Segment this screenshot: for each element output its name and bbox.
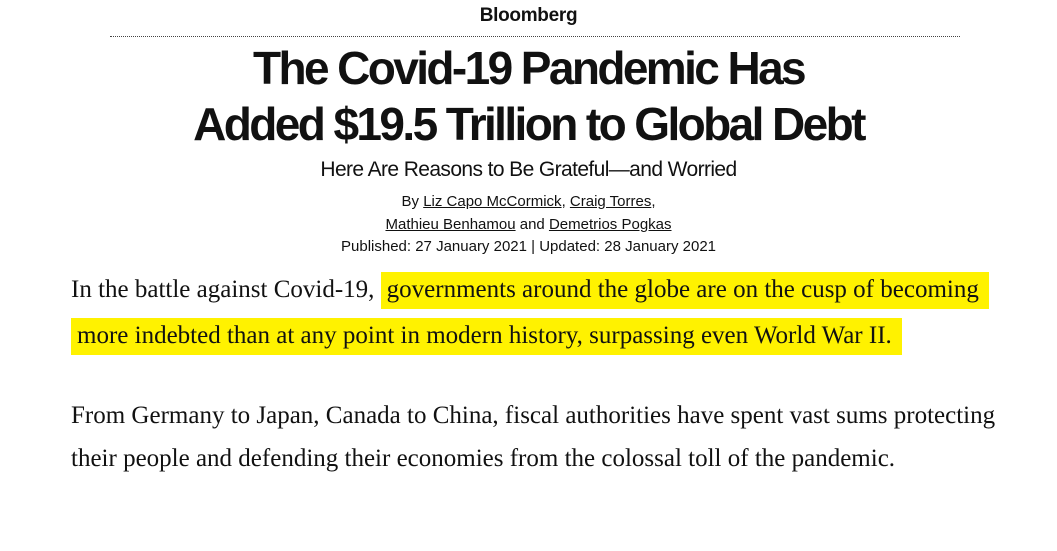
byline-separator: , <box>561 193 566 210</box>
author-link-craig-torres[interactable]: Craig Torres <box>570 193 651 210</box>
headline-line-1: The Covid-19 Pandemic Has <box>252 42 807 94</box>
byline-separator: , <box>651 193 656 210</box>
article-subhead: Here Are Reasons to Be Grateful—and Worr… <box>320 158 737 181</box>
article-headline: The Covid-19 Pandemic Has Added $19.5 Tr… <box>0 40 1057 152</box>
brand-logo[interactable]: Bloomberg <box>0 5 1057 27</box>
author-link-demetrios-pogkas[interactable]: Demetrios Pogkas <box>549 216 672 233</box>
paragraph-lead: In the battle against Covid-19, <box>71 276 381 303</box>
byline: By Liz Capo McCormick, Craig Torres, Mat… <box>0 190 1057 236</box>
headline-line-2: Added $19.5 Trillion to Global Debt <box>193 98 866 150</box>
author-link-mathieu-benhamou[interactable]: Mathieu Benhamou <box>385 216 515 233</box>
article-paragraph-1: In the battle against Covid-19, governme… <box>71 267 1001 359</box>
publication-dates: Published: 27 January 2021 | Updated: 28… <box>341 238 716 255</box>
article-paragraph-2: From Germany to Japan, Canada to China, … <box>71 402 996 472</box>
byline-conjunction: and <box>519 216 545 233</box>
byline-prefix: By <box>401 193 420 210</box>
author-link-liz-capo-mccormick[interactable]: Liz Capo McCormick <box>423 193 561 210</box>
masthead-divider <box>110 36 960 37</box>
